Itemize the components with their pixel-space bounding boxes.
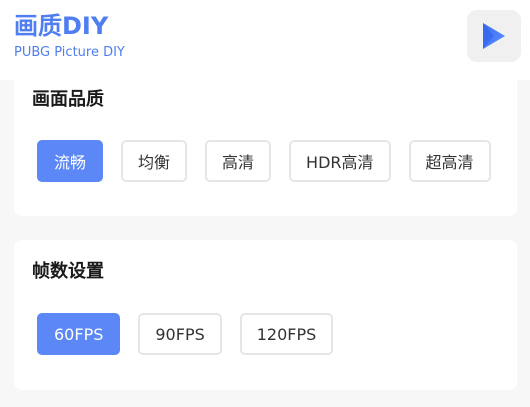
quality-option-hdr-hd[interactable]: HDR高清: [289, 140, 391, 182]
quality-option-ultra-hd[interactable]: 超高清: [408, 140, 491, 182]
quality-title: 画面品质: [32, 89, 104, 110]
app-title: 画质DIY: [14, 12, 109, 40]
fps-options: 60FPS 90FPS 120FPS: [37, 313, 334, 355]
quality-option-hd[interactable]: 高清: [205, 140, 272, 182]
fps-card: 帧数设置 60FPS 90FPS 120FPS: [14, 240, 517, 390]
quality-card: 画面品质 流畅 均衡 高清 HDR高清 超高清: [14, 70, 517, 216]
fps-title: 帧数设置: [32, 261, 104, 282]
fps-option-60[interactable]: 60FPS: [37, 313, 121, 355]
quality-options: 流畅 均衡 高清 HDR高清 超高清: [37, 140, 491, 182]
fps-option-90[interactable]: 90FPS: [138, 313, 222, 355]
quality-option-balanced[interactable]: 均衡: [121, 140, 188, 182]
page: 画质DIY PUBG Picture DIY 画面品质 流畅 均衡 高清 HDR…: [0, 0, 530, 407]
header: 画质DIY PUBG Picture DIY: [0, 0, 530, 80]
play-button[interactable]: [467, 10, 521, 62]
app-subtitle: PUBG Picture DIY: [14, 45, 125, 60]
play-triangle-icon: [483, 23, 505, 49]
quality-option-smooth[interactable]: 流畅: [37, 140, 104, 182]
fps-option-120[interactable]: 120FPS: [239, 313, 334, 355]
